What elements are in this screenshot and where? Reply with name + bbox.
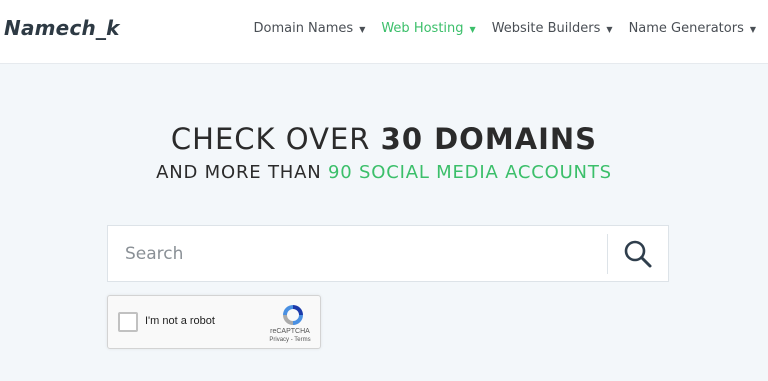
subline-accent: 90 SOCIAL MEDIA ACCOUNTS (328, 162, 612, 183)
site-logo[interactable]: Namech_k (4, 16, 120, 40)
headline-prefix: CHECK OVER (170, 122, 381, 156)
search-box (107, 225, 669, 282)
nav-item-website-builders[interactable]: Website Builders ▼ (492, 21, 613, 36)
nav-item-label: Domain Names (253, 21, 354, 36)
search-divider (607, 234, 608, 274)
headline-bold: 30 DOMAINS (380, 122, 598, 156)
subline-prefix: AND MORE THAN (156, 162, 329, 183)
captcha-terms-link[interactable]: Privacy - Terms (258, 337, 322, 343)
captcha-checkbox[interactable] (118, 312, 138, 332)
hero-headline: CHECK OVER 30 DOMAINS (0, 122, 768, 156)
hero-subline: AND MORE THAN 90 SOCIAL MEDIA ACCOUNTS (0, 162, 768, 183)
search-icon (624, 240, 652, 268)
nav-item-name-generators[interactable]: Name Generators ▼ (629, 21, 756, 36)
caret-down-icon: ▼ (359, 25, 366, 34)
caret-down-icon: ▼ (469, 25, 476, 34)
caret-down-icon: ▼ (749, 25, 756, 34)
main-nav: Domain Names ▼ Web Hosting ▼ Website Bui… (253, 21, 756, 36)
search-input[interactable] (108, 226, 608, 281)
nav-item-label: Name Generators (628, 21, 744, 36)
search-button[interactable] (613, 231, 663, 277)
nav-item-domain-names[interactable]: Domain Names ▼ (253, 21, 365, 36)
captcha-brand: reCAPTCHA (270, 328, 310, 335)
captcha-label: I'm not a robot (145, 315, 215, 327)
caret-down-icon: ▼ (606, 25, 613, 34)
nav-item-web-hosting[interactable]: Web Hosting ▼ (381, 21, 475, 36)
nav-item-label: Web Hosting (381, 21, 464, 36)
nav-item-label: Website Builders (491, 21, 601, 36)
recaptcha-widget: I'm not a robot reCAPTCHA Privacy - Term… (107, 295, 321, 349)
recaptcha-logo-icon (283, 305, 303, 325)
site-header: Namech_k Domain Names ▼ Web Hosting ▼ We… (0, 0, 768, 64)
